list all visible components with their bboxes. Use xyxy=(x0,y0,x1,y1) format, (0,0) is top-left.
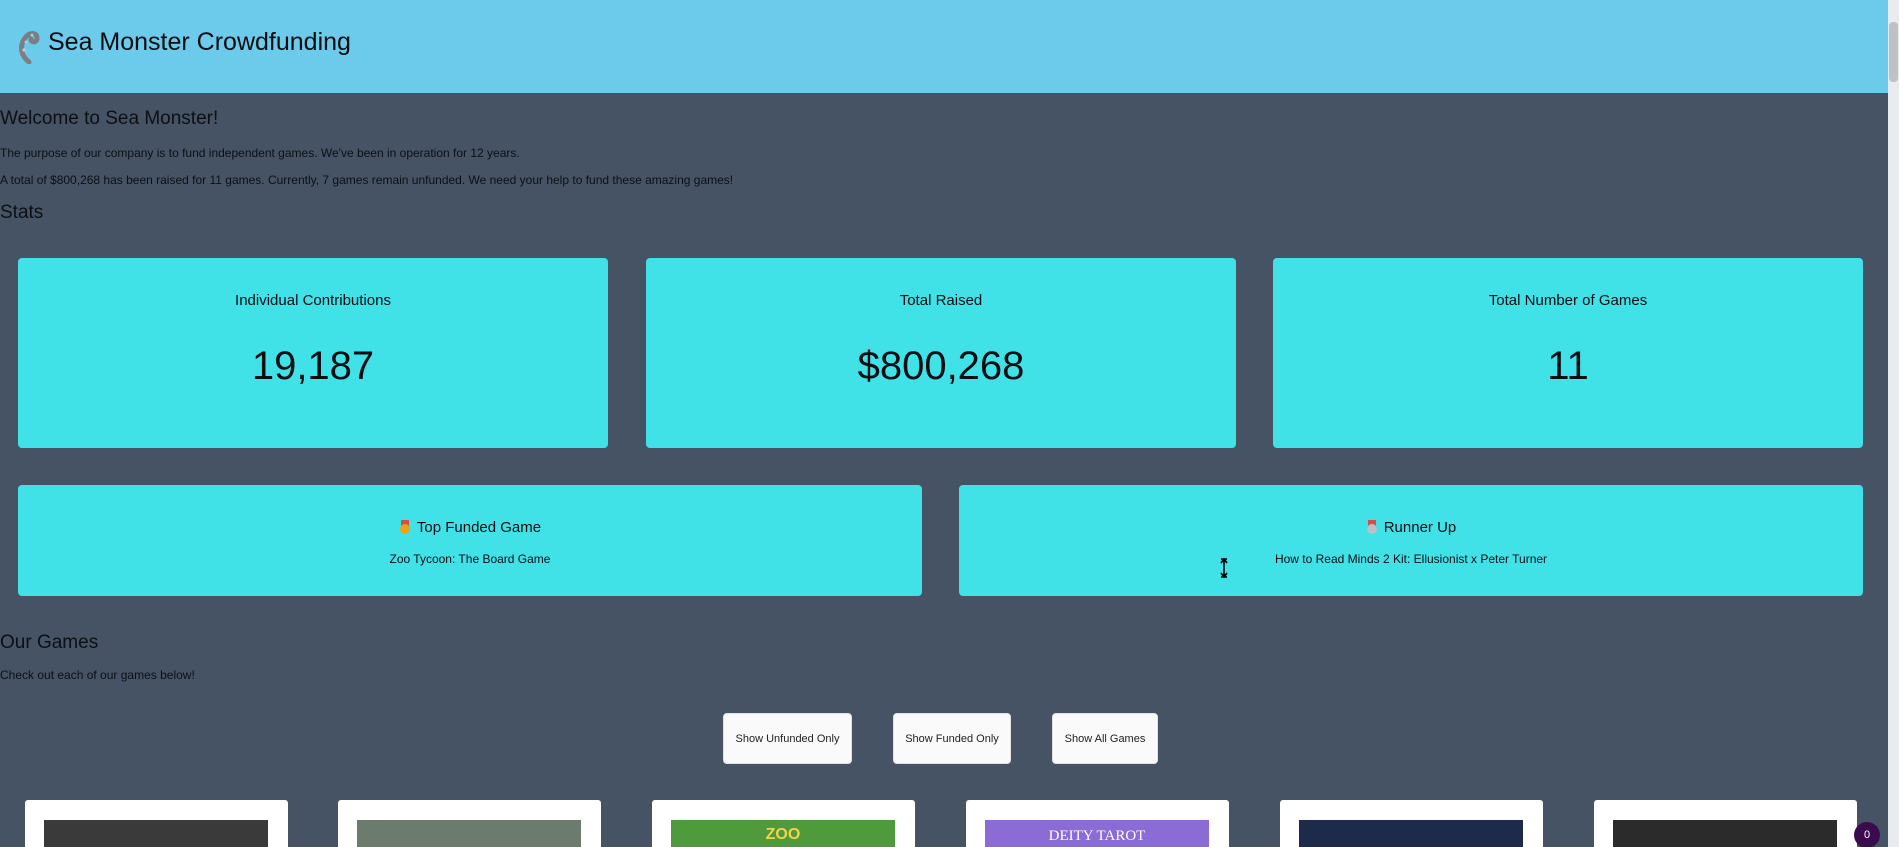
game-image xyxy=(1299,820,1523,847)
game-image: DEITY TAROT xyxy=(985,820,1209,847)
games-subheading: Check out each of our games below! xyxy=(0,668,195,682)
welcome-summary: A total of $800,268 has been raised for … xyxy=(0,173,734,187)
welcome-heading: Welcome to Sea Monster! xyxy=(0,108,219,129)
top-funded-name: Zoo Tycoon: The Board Game xyxy=(389,552,551,566)
game-card[interactable] xyxy=(1280,800,1543,847)
welcome-purpose: The purpose of our company is to fund in… xyxy=(0,146,520,160)
show-funded-button[interactable]: Show Funded Only xyxy=(893,713,1011,764)
stat-value: 19,187 xyxy=(251,344,375,388)
runner-up-name: How to Read Minds 2 Kit: Ellusionist x P… xyxy=(1274,552,1548,566)
runner-up-title: Runner Up xyxy=(1383,519,1457,536)
runner-up-card: Runner Up How to Read Minds 2 Kit: Ellus… xyxy=(959,485,1863,596)
game-image xyxy=(1613,820,1837,847)
site-title: Sea Monster Crowdfunding xyxy=(48,28,351,56)
stat-value: 11 xyxy=(1547,344,1589,388)
stats-heading: Stats xyxy=(0,202,44,223)
show-unfunded-button[interactable]: Show Unfunded Only xyxy=(723,713,852,764)
scrollbar-thumb[interactable] xyxy=(1889,22,1898,82)
game-card[interactable]: ZOO xyxy=(652,800,915,847)
game-card[interactable] xyxy=(338,800,601,847)
top-funded-title-row: Top Funded Game xyxy=(18,519,922,536)
stat-card-total-games: Total Number of Games 11 xyxy=(1273,258,1863,448)
text-cursor-icon xyxy=(1220,557,1228,579)
notification-badge[interactable]: 0 xyxy=(1854,822,1880,847)
top-funded-title: Top Funded Game xyxy=(416,519,542,536)
game-image xyxy=(357,820,581,847)
stat-label: Individual Contributions xyxy=(235,292,391,309)
top-funded-card: Top Funded Game Zoo Tycoon: The Board Ga… xyxy=(18,485,922,596)
site-header: Sea Monster Crowdfunding xyxy=(0,0,1888,93)
stat-value: $800,268 xyxy=(857,344,1025,388)
stat-label: Total Raised xyxy=(899,292,983,309)
game-card[interactable] xyxy=(25,800,288,847)
stat-card-contributions: Individual Contributions 19,187 xyxy=(18,258,608,448)
show-all-button[interactable]: Show All Games xyxy=(1052,713,1158,764)
page-scrollbar[interactable] xyxy=(1888,0,1899,847)
runner-up-title-row: Runner Up xyxy=(959,519,1863,536)
stat-card-total-raised: Total Raised $800,268 xyxy=(646,258,1236,448)
games-heading: Our Games xyxy=(0,632,99,653)
tentacle-icon xyxy=(19,31,40,64)
game-card[interactable] xyxy=(1594,800,1857,847)
silver-medal-icon xyxy=(1366,520,1378,534)
game-image xyxy=(44,820,268,847)
gold-medal-icon xyxy=(399,520,411,534)
game-card[interactable]: DEITY TAROT xyxy=(966,800,1229,847)
stat-label: Total Number of Games xyxy=(1488,292,1648,309)
game-image: ZOO xyxy=(671,820,895,847)
